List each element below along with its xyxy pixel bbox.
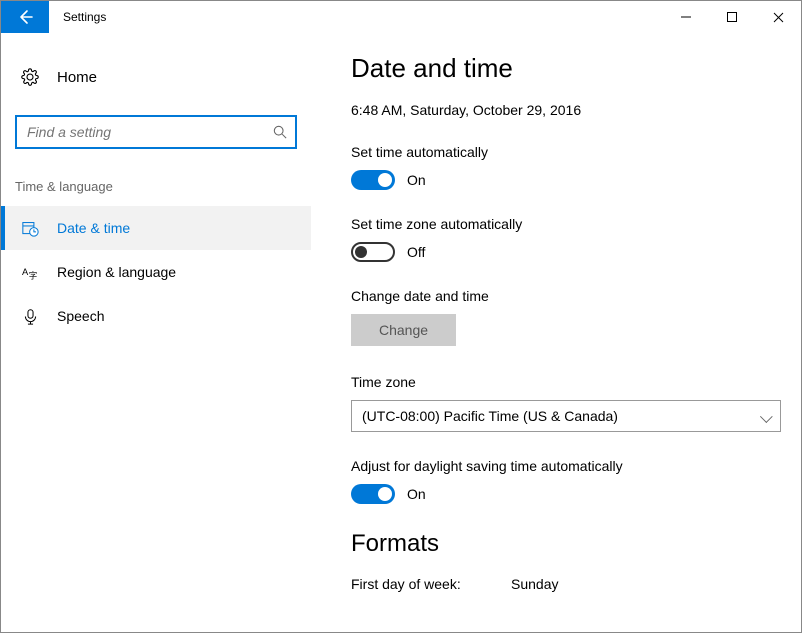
set-tz-auto-state: Off — [407, 244, 425, 260]
set-time-auto-state: On — [407, 172, 426, 188]
calendar-clock-icon — [21, 220, 39, 237]
titlebar: Settings — [1, 1, 801, 33]
sidebar-item-label: Region & language — [57, 264, 176, 280]
sidebar-home[interactable]: Home — [1, 57, 311, 97]
sidebar-item-label: Date & time — [57, 220, 130, 236]
gear-icon — [21, 68, 39, 86]
minimize-icon — [681, 12, 691, 22]
sidebar-item-date-time[interactable]: Date & time — [1, 206, 311, 250]
timezone-select[interactable]: (UTC-08:00) Pacific Time (US & Canada) — [351, 400, 781, 432]
page-heading: Date and time — [351, 53, 761, 84]
close-icon — [773, 12, 784, 23]
content[interactable]: Date and time 6:48 AM, Saturday, October… — [311, 33, 801, 632]
back-button[interactable] — [1, 1, 49, 33]
first-day-value: Sunday — [511, 576, 558, 592]
app-title: Settings — [49, 1, 663, 33]
arrow-left-icon — [16, 8, 34, 26]
search-wrap — [15, 115, 297, 149]
microphone-icon — [21, 308, 39, 325]
set-time-auto-toggle[interactable] — [351, 170, 395, 190]
set-tz-auto-toggle[interactable] — [351, 242, 395, 262]
search-icon — [265, 125, 295, 139]
sidebar-group-label: Time & language — [1, 167, 311, 206]
change-button: Change — [351, 314, 456, 346]
current-datetime: 6:48 AM, Saturday, October 29, 2016 — [351, 102, 761, 118]
sidebar-home-label: Home — [57, 69, 97, 86]
first-day-label: First day of week: — [351, 576, 511, 592]
maximize-icon — [727, 12, 737, 22]
svg-text:字: 字 — [28, 270, 37, 280]
language-icon: A字 — [21, 264, 39, 281]
sidebar-item-label: Speech — [57, 308, 104, 324]
set-tz-auto-label: Set time zone automatically — [351, 216, 761, 232]
dst-label: Adjust for daylight saving time automati… — [351, 458, 761, 474]
dst-state: On — [407, 486, 426, 502]
window-controls — [663, 1, 801, 33]
maximize-button[interactable] — [709, 1, 755, 33]
change-datetime-label: Change date and time — [351, 288, 761, 304]
timezone-value: (UTC-08:00) Pacific Time (US & Canada) — [362, 408, 618, 424]
dst-toggle[interactable] — [351, 484, 395, 504]
close-button[interactable] — [755, 1, 801, 33]
format-row-first-day: First day of week: Sunday — [351, 576, 761, 592]
sidebar-item-region-language[interactable]: A字 Region & language — [1, 250, 311, 294]
timezone-label: Time zone — [351, 374, 761, 390]
search-box[interactable] — [15, 115, 297, 149]
formats-heading: Formats — [351, 530, 761, 558]
set-time-auto-label: Set time automatically — [351, 144, 761, 160]
sidebar: Home Time & language Date & time A字 Regi… — [1, 33, 311, 632]
search-input[interactable] — [17, 117, 265, 147]
minimize-button[interactable] — [663, 1, 709, 33]
sidebar-item-speech[interactable]: Speech — [1, 294, 311, 338]
